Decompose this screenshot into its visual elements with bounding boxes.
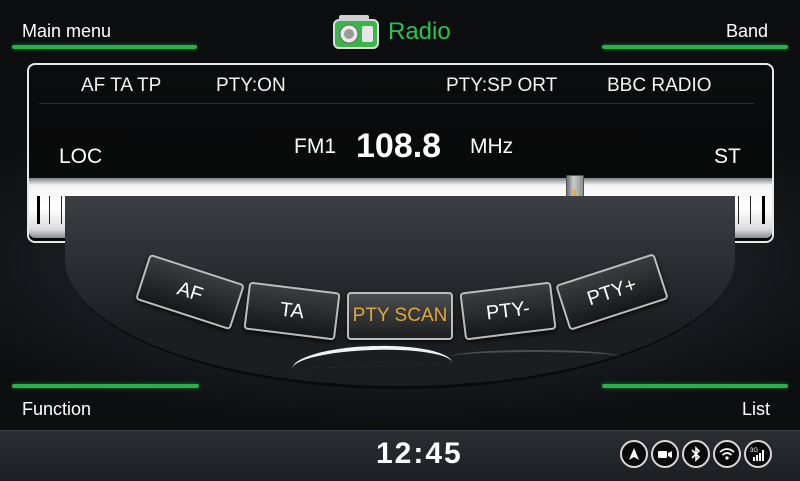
svg-text:3G: 3G	[750, 448, 758, 454]
stereo-indicator: ST	[714, 145, 741, 168]
page-title: Radio	[330, 12, 451, 52]
main-menu-button[interactable]: Main menu	[22, 21, 111, 42]
dial-tick	[762, 196, 765, 224]
dial-tick	[61, 196, 63, 224]
navigation-icon[interactable]	[620, 440, 648, 468]
camera-icon[interactable]	[651, 440, 679, 468]
main-menu-underline	[12, 45, 197, 49]
clock: 12:45	[376, 437, 463, 470]
title-text: Radio	[388, 18, 451, 45]
dial-tick	[737, 196, 739, 224]
station-name: BBC RADIO	[607, 75, 712, 96]
wifi-icon[interactable]	[713, 440, 741, 468]
pty-status-text: PTY:ON	[216, 75, 286, 96]
frequency-row: LOC FM1 108.8 MHz ST	[29, 127, 772, 168]
frequency-value: 108.8	[356, 127, 442, 165]
frequency-unit: MHz	[470, 135, 514, 158]
dial-tick	[749, 196, 751, 224]
divider	[39, 103, 754, 104]
bluetooth-icon[interactable]	[682, 440, 710, 468]
list-underline	[602, 384, 788, 388]
flags-text: AF TA TP	[81, 75, 162, 96]
band-underline	[602, 45, 788, 49]
loc-indicator: LOC	[59, 145, 103, 168]
cellular-3g-icon[interactable]: 3G	[744, 440, 772, 468]
radio-icon	[333, 15, 379, 49]
dial-tick	[49, 196, 51, 224]
function-underline	[12, 384, 199, 388]
pty-scan-button[interactable]: PTY SCAN	[347, 292, 453, 340]
list-button[interactable]: List	[742, 399, 770, 420]
band-button[interactable]: Band	[726, 21, 768, 42]
function-button[interactable]: Function	[22, 399, 91, 420]
band-indicator: FM1	[294, 135, 336, 158]
dial-tick	[37, 196, 40, 224]
arc-shine	[450, 350, 620, 364]
pty-type-text: PTY:SP ORT	[446, 75, 558, 96]
